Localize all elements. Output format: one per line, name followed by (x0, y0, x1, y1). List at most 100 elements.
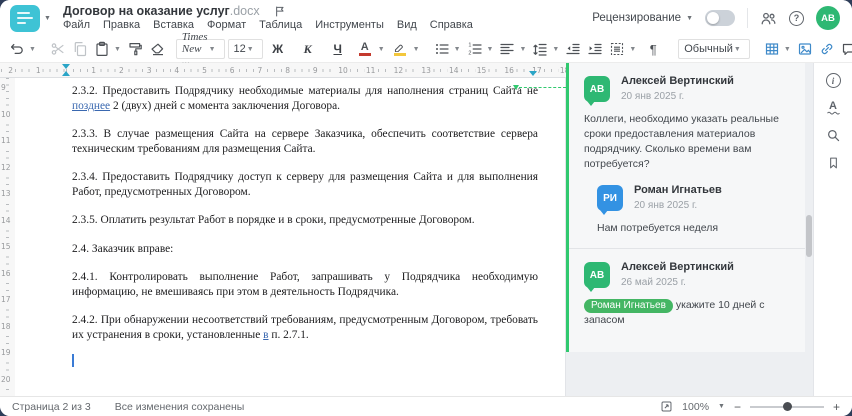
nonprinting-chars-button[interactable]: ¶ (639, 38, 667, 60)
help-icon[interactable]: ? (789, 10, 804, 26)
paragraph[interactable]: 2.3.3. В случае размещения Сайта на серв… (72, 127, 538, 156)
search-icon[interactable] (826, 128, 841, 143)
toolbar: ▼ ▼ Times New ... ▼ 12 ▼ Ж К Ч А ▼ ▼ ▼ 1… (0, 31, 852, 67)
left-indent-marker[interactable] (62, 71, 70, 76)
horizontal-ruler[interactable]: 2 1 1 2 3 4 5 6 7 8 9 10 11 12 13 14 15 16 17 18 (0, 63, 572, 78)
zoom-out-button[interactable]: − (734, 401, 741, 413)
insert-table-button[interactable] (761, 38, 783, 60)
users-icon[interactable] (760, 11, 777, 26)
h-ruler-number: 4 (172, 66, 182, 75)
app-logo-icon[interactable] (10, 4, 40, 32)
document-page[interactable]: 2.3.2. Предоставить Подрядчику необходим… (15, 78, 566, 396)
h-ruler-number: 13 (419, 66, 433, 75)
zoom-in-button[interactable]: + (833, 401, 840, 413)
zoom-caret-icon[interactable]: ▼ (718, 403, 725, 410)
font-name-value: Times New ... (181, 31, 208, 67)
highlight-caret-icon[interactable]: ▼ (412, 46, 423, 53)
v-ruler-number: 9 (1, 82, 6, 93)
paragraph[interactable]: 2.4.2. При обнаружении несоответствий тр… (72, 313, 538, 342)
italic-button[interactable]: К (293, 38, 323, 60)
paragraph[interactable]: 2.4.1. Контролировать выполнение Работ, … (72, 270, 538, 299)
paragraph[interactable]: 2.3.4. Предоставить Подрядчику доступ к … (72, 170, 538, 199)
insert-comment-button[interactable] (838, 38, 852, 60)
menu-item-инструменты[interactable]: Инструменты (315, 19, 384, 31)
numbered-list-caret-icon[interactable]: ▼ (486, 46, 497, 53)
align-left-button[interactable] (496, 38, 518, 60)
paste-button[interactable] (91, 38, 113, 60)
paragraph-style-select[interactable]: Обычный ▼ (678, 39, 750, 59)
menu-item-правка[interactable]: Правка (103, 19, 140, 31)
menu-item-вставка[interactable]: Вставка (153, 19, 194, 31)
v-ruler-number: 12 (1, 161, 11, 173)
copy-button[interactable] (69, 38, 91, 60)
menu-item-файл[interactable]: Файл (63, 19, 90, 31)
insert-table-caret-icon[interactable]: ▼ (783, 46, 794, 53)
comment-reply[interactable]: РИ Роман Игнатьев 20 янв 2025 г. Нам потреб… (597, 184, 795, 236)
app-window: ▼ Договор на оказание услуг .docx Файл Пр… (0, 0, 852, 416)
menu-item-таблица[interactable]: Таблица (259, 19, 302, 31)
mention-chip[interactable]: Роман Игнатьев (584, 299, 673, 313)
numbered-list-button[interactable]: 12 (464, 38, 486, 60)
menu-item-справка[interactable]: Справка (430, 19, 473, 31)
line-spacing-caret-icon[interactable]: ▼ (551, 46, 562, 53)
text-run: 2.3.4. Предоставить Подрядчику доступ к … (72, 171, 538, 198)
document-text[interactable]: 2.3.2. Предоставить Подрядчику необходим… (15, 78, 565, 342)
info-icon[interactable]: i (825, 73, 841, 88)
line-spacing-button[interactable] (529, 38, 551, 60)
comment[interactable]: АВ Алексей Вертинский 20 янв 2025 г. Коллег… (584, 75, 795, 172)
comment-thread-card[interactable]: АВ Алексей Вертинский 20 янв 2025 г. Коллег… (566, 63, 805, 352)
paragraph[interactable]: 2.4. Заказчик вправе: (72, 242, 538, 257)
comment-avatar: АВ (584, 262, 610, 292)
vertical-scrollbar-thumb[interactable] (806, 215, 812, 257)
review-toggle[interactable] (705, 10, 735, 26)
highlight-button[interactable] (388, 38, 412, 60)
undo-caret-icon[interactable]: ▼ (28, 46, 39, 53)
cut-button[interactable] (47, 38, 69, 60)
bookmark-icon[interactable] (827, 156, 840, 170)
right-indent-marker[interactable] (529, 71, 537, 76)
font-color-button[interactable]: А (353, 38, 377, 60)
flag-icon[interactable] (274, 5, 286, 18)
comment-author: Алексей Вертинский (621, 75, 734, 87)
font-color-caret-icon[interactable]: ▼ (377, 46, 388, 53)
first-line-indent-marker[interactable] (62, 64, 70, 69)
insert-link-button[interactable] (816, 38, 838, 60)
font-size-select[interactable]: 12 ▼ (227, 39, 263, 59)
underline-button[interactable]: Ч (323, 38, 353, 60)
borders-caret-icon[interactable]: ▼ (628, 46, 639, 53)
paragraph[interactable]: 2.3.5. Оплатить результат Работ в порядк… (72, 213, 538, 228)
font-name-select[interactable]: Times New ... ▼ (175, 31, 225, 67)
page-indicator[interactable]: Страница 2 из 3 (12, 401, 91, 413)
document-extension: .docx (229, 4, 260, 18)
bullet-list-caret-icon[interactable]: ▼ (453, 46, 464, 53)
bullet-list-button[interactable] (431, 38, 453, 60)
zoom-slider-thumb[interactable] (782, 402, 792, 411)
comments-panel: АВ Алексей Вертинский 20 янв 2025 г. Коллег… (566, 63, 813, 396)
comment-divider (569, 248, 805, 249)
spellcheck-icon[interactable]: А (826, 101, 840, 115)
zoom-value[interactable]: 100% (682, 401, 709, 413)
bold-button[interactable]: Ж (263, 38, 293, 60)
paste-caret-icon[interactable]: ▼ (113, 46, 124, 53)
v-ruler-number: 18 (1, 320, 11, 332)
comment-author: Роман Игнатьев (634, 184, 722, 196)
align-caret-icon[interactable]: ▼ (518, 46, 529, 53)
fit-page-button[interactable] (660, 400, 673, 413)
borders-button[interactable] (606, 38, 628, 60)
insert-image-button[interactable] (794, 38, 816, 60)
clear-style-button[interactable] (146, 38, 168, 60)
paragraph[interactable]: 2.3.2. Предоставить Подрядчику необходим… (72, 84, 538, 113)
vertical-ruler[interactable]: 9 10 11 12 13 14 15 16 17 18 19 20 (0, 78, 15, 396)
tracked-insertion: позднее (72, 99, 111, 112)
decrease-indent-button[interactable] (562, 38, 584, 60)
review-mode-dropdown[interactable]: Рецензирование ▼ (592, 12, 693, 24)
comment[interactable]: АВ Алексей Вертинский 26 май 2025 г. Роман … (584, 261, 795, 328)
increase-indent-button[interactable] (584, 38, 606, 60)
menu-item-вид[interactable]: Вид (397, 19, 417, 31)
user-avatar[interactable]: АВ (816, 6, 840, 30)
undo-button[interactable] (6, 38, 28, 60)
menu-item-формат[interactable]: Формат (207, 19, 246, 31)
logo-caret-icon[interactable]: ▼ (44, 15, 51, 22)
format-painter-button[interactable] (124, 38, 146, 60)
zoom-slider[interactable] (749, 402, 824, 411)
